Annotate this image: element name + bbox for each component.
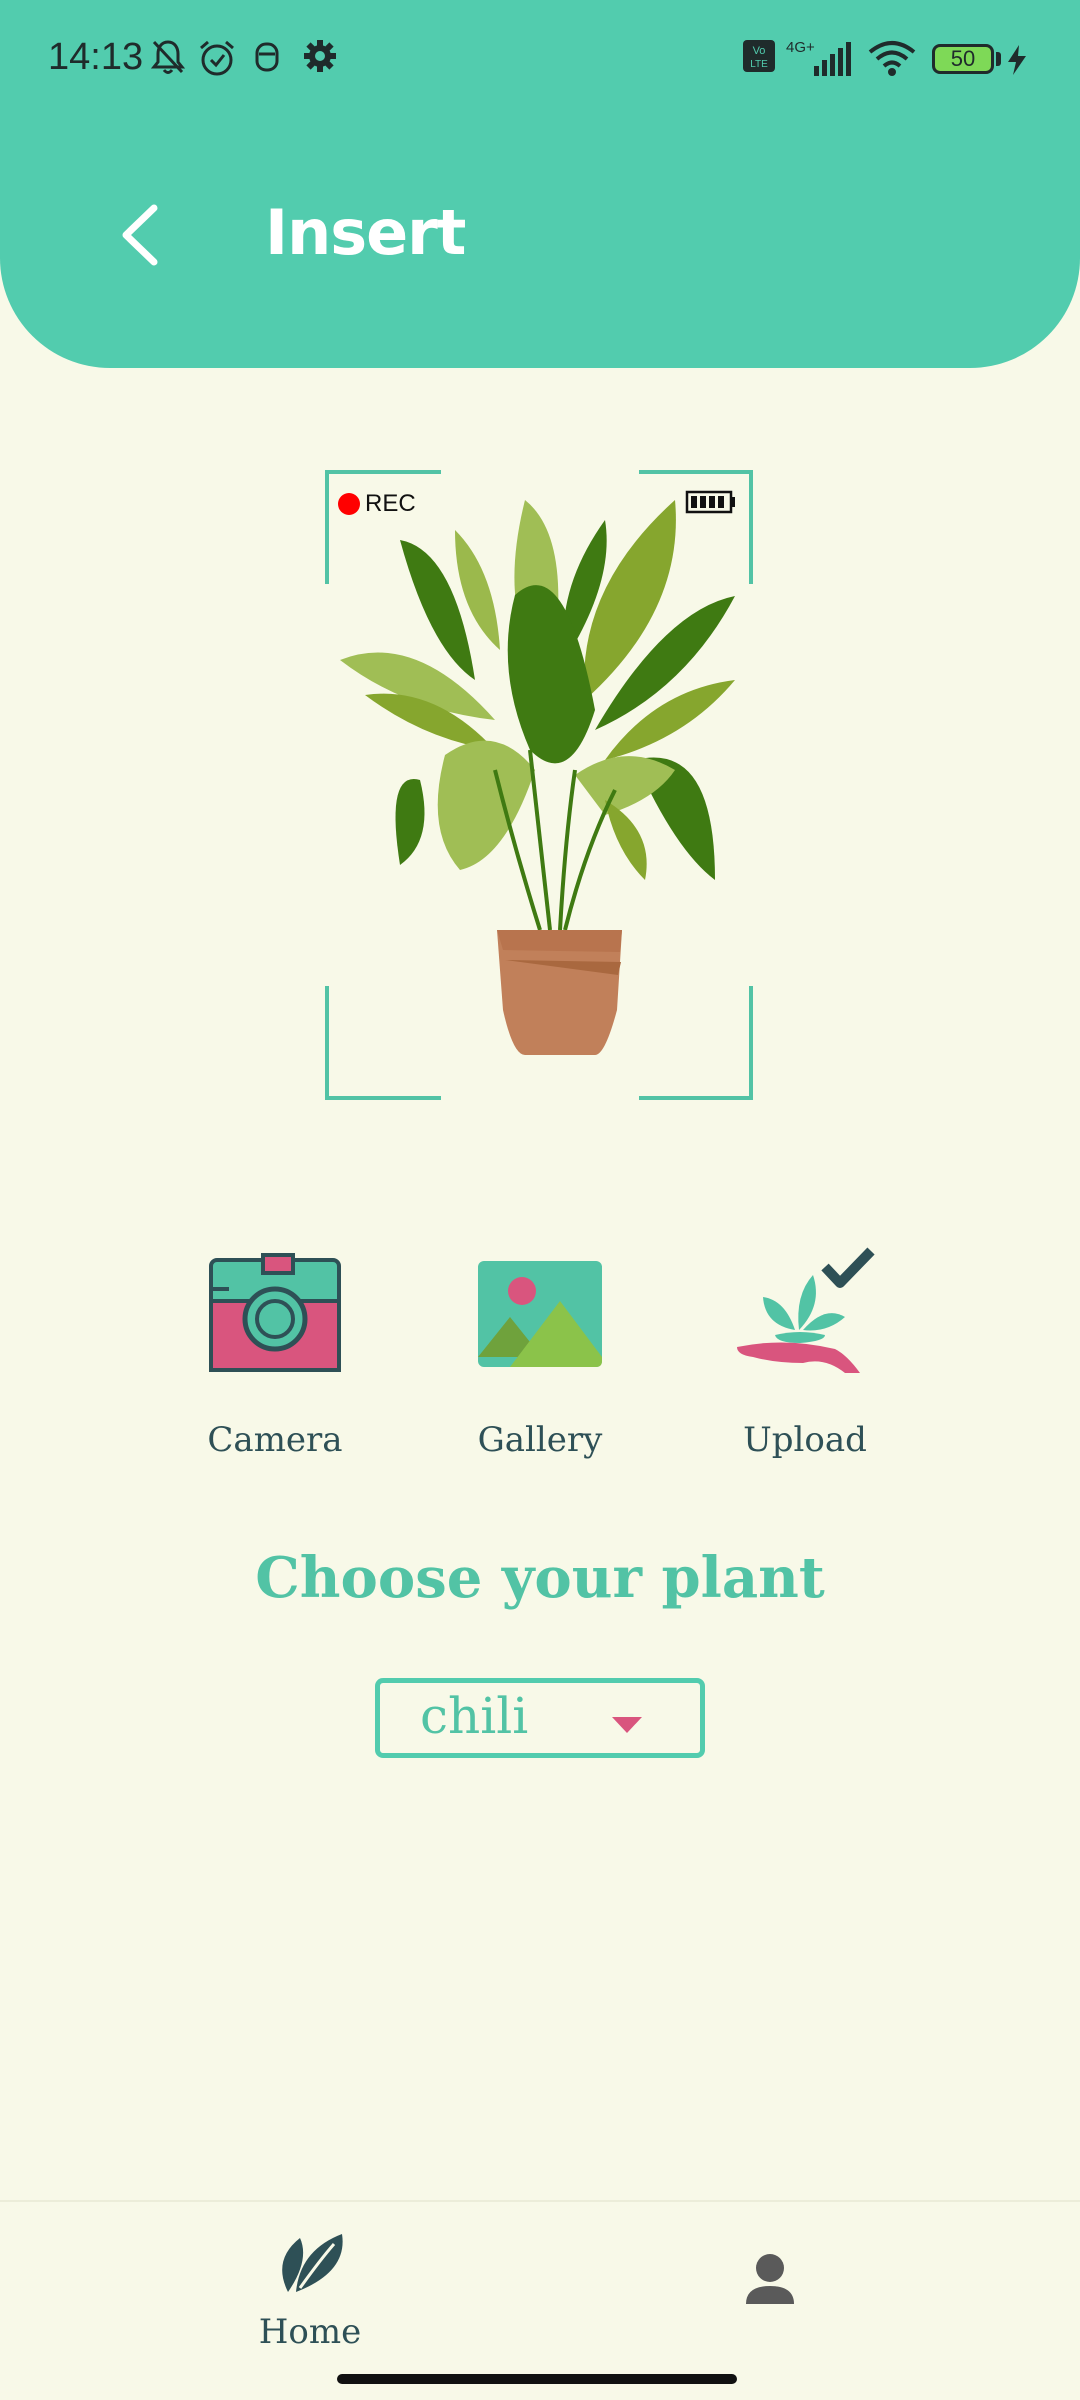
viewfinder-frame (325, 470, 753, 1100)
person-icon (746, 2254, 794, 2304)
mute-bell-icon (150, 40, 186, 74)
camera-button[interactable]: Camera (165, 1245, 385, 1485)
plant-preview: REC (325, 470, 755, 1100)
network-type-label: 4G+ (786, 39, 815, 56)
bottom-navigation: Home (0, 2200, 1080, 2358)
svg-text:LTE: LTE (750, 59, 768, 70)
privacy-icon (255, 42, 279, 72)
wifi-icon (868, 41, 916, 76)
status-bar: 14:13 Vo LTE 4G+ 50 (0, 0, 1080, 120)
gear-icon (304, 40, 336, 72)
nav-home[interactable]: Home (230, 2220, 390, 2352)
alarm-icon (200, 40, 234, 76)
charging-icon (1008, 45, 1026, 75)
gallery-icon (478, 1261, 602, 1367)
leaf-icon (282, 2234, 343, 2292)
back-button[interactable] (110, 200, 170, 270)
rec-indicator-dot (338, 493, 360, 515)
camera-label: Camera (207, 1420, 343, 1460)
gesture-navigation-bar[interactable] (337, 2374, 737, 2384)
gallery-button[interactable]: Gallery (430, 1245, 650, 1485)
camera-icon (209, 1253, 341, 1372)
plant-illustration (340, 500, 735, 1055)
viewfinder-battery-icon (685, 490, 735, 514)
dropdown-arrow-icon (612, 1717, 642, 1733)
page-title: Insert (265, 196, 466, 269)
volte-icon: Vo LTE (743, 40, 775, 72)
gallery-label: Gallery (477, 1420, 603, 1460)
app-header: 14:13 Vo LTE 4G+ 50 Insert (0, 0, 1080, 368)
upload-button[interactable]: Upload (695, 1245, 915, 1485)
choose-plant-title: Choose your plant (255, 1545, 825, 1611)
nav-home-label: Home (258, 2312, 362, 2352)
upload-plant-icon (737, 1247, 875, 1373)
signal-icon: 4G+ (786, 39, 851, 76)
status-time: 14:13 (48, 36, 144, 78)
battery-indicator: 50 (932, 44, 994, 74)
rec-label: REC (365, 490, 416, 517)
plant-select[interactable]: chili (375, 1678, 705, 1758)
plant-select-value: chili (420, 1687, 529, 1745)
svg-text:Vo: Vo (753, 45, 766, 57)
nav-profile[interactable] (720, 2242, 820, 2322)
battery-tip (996, 52, 1001, 66)
upload-label: Upload (743, 1420, 867, 1460)
chevron-left-icon (122, 204, 158, 266)
